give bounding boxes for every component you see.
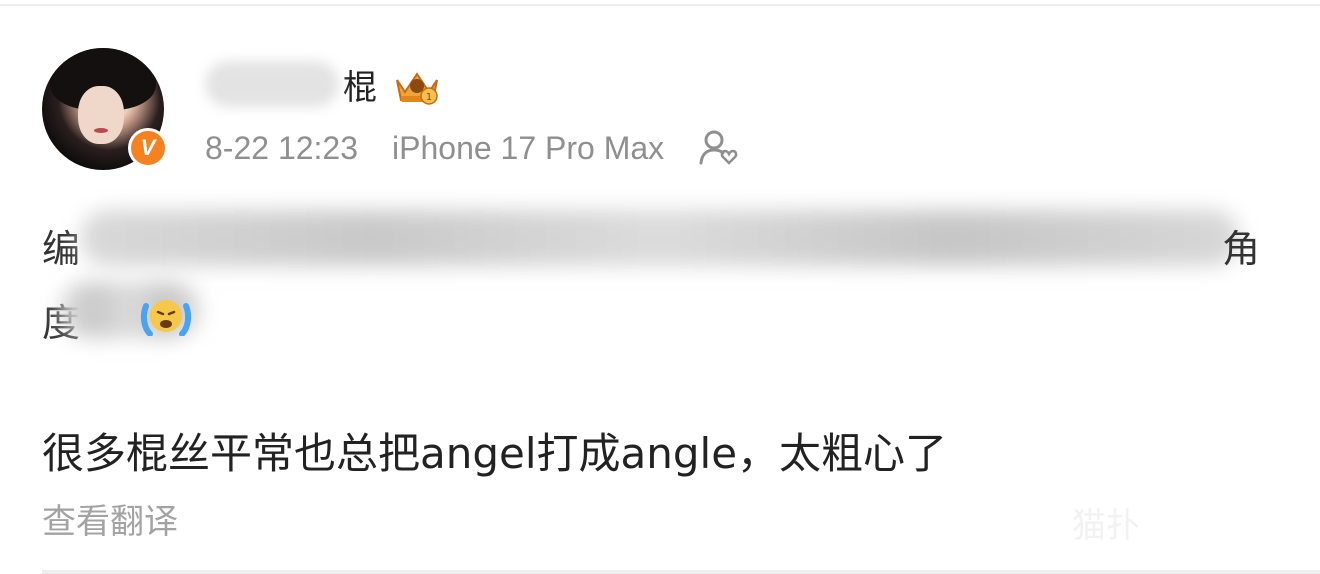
view-translation-link[interactable]: 查看翻译 — [42, 494, 178, 543]
post-timestamp: 8-22 12:23 — [205, 129, 359, 166]
person-heart-icon[interactable] — [698, 129, 740, 167]
blurred-text-line1 — [80, 210, 1240, 266]
svg-text:1: 1 — [426, 92, 432, 103]
post-main-text: 很多棍丝平常也总把angel打成angle，太粗心了 — [42, 429, 948, 478]
crying-face-icon — [140, 300, 192, 336]
content-line1-end: 角 — [1222, 227, 1261, 271]
watermark: 猫扑 — [1072, 506, 1140, 546]
avatar-lip — [94, 128, 108, 133]
author-name-visible: 棍 — [343, 67, 377, 108]
post-meta: 8-22 12:23 iPhone 17 Pro Max — [205, 128, 740, 168]
avatar-face — [78, 86, 124, 144]
post-device: iPhone 17 Pro Max — [392, 129, 665, 166]
bottom-divider — [42, 570, 1320, 574]
crown-icon[interactable]: 1 — [391, 62, 443, 106]
top-divider — [0, 4, 1320, 6]
author-name[interactable]: 棍 1 — [205, 56, 443, 112]
content-line1-start: 编 — [42, 227, 81, 271]
verified-badge-icon: V — [128, 128, 168, 168]
blurred-name — [205, 61, 339, 107]
